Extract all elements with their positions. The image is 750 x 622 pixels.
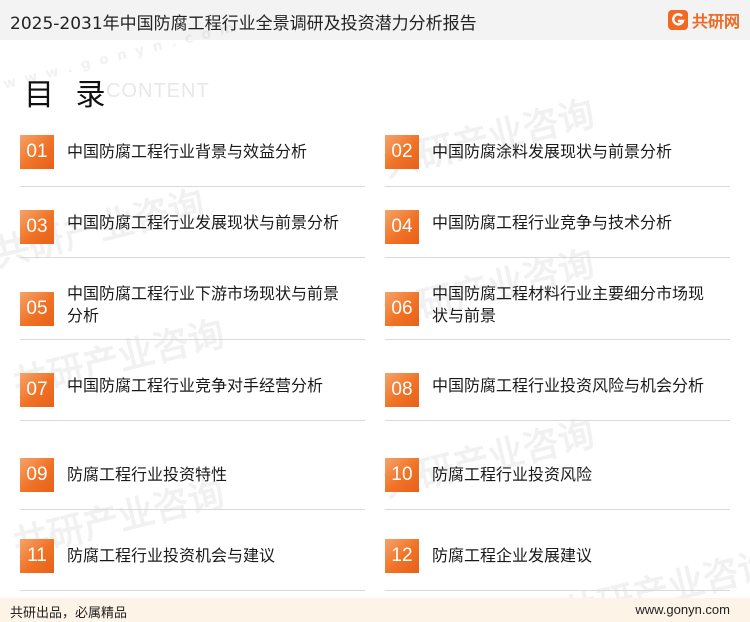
toc-item-number: 10 (385, 458, 419, 492)
toc-item-number: 04 (385, 210, 419, 244)
footer-website[interactable]: www.gonyn.com (635, 602, 730, 617)
toc-item[interactable]: 12 防腐工程企业发展建议 (385, 531, 730, 591)
toc-item[interactable]: 04 中国防腐工程行业竞争与技术分析 (385, 198, 730, 258)
toc-item-number: 11 (20, 539, 54, 573)
toc-item-text: 中国防腐涂料发展现状与前景分析 (432, 142, 673, 161)
toc-item-number: 09 (20, 458, 54, 492)
toc-item-text: 中国防腐工程材料行业主要细分市场现状与前景 (432, 284, 705, 325)
toc-item[interactable]: 08 中国防腐工程行业投资风险与机会分析 (385, 361, 730, 421)
toc-item[interactable]: 11 防腐工程行业投资机会与建议 (20, 531, 365, 591)
toc-item-number: 12 (385, 539, 419, 573)
header-bar: 2025-2031年中国防腐工程行业全景调研及投资潜力分析报告 共研网 (0, 0, 750, 40)
toc-item-number: 02 (385, 135, 419, 169)
toc-item[interactable]: 03 中国防腐工程行业发展现状与前景分析 (20, 198, 365, 258)
toc-item-number: 05 (20, 292, 54, 326)
toc-item-text: 防腐工程企业发展建议 (432, 546, 593, 565)
toc-item-text: 中国防腐工程行业竞争对手经营分析 (67, 376, 324, 395)
brand-logo-text: 共研网 (691, 12, 740, 31)
brand-logo: 共研网 (667, 7, 740, 33)
toc-heading: 目 录 (24, 78, 112, 113)
footer-bar: 共研出品，必属精品 www.gonyn.com (0, 598, 750, 622)
toc-item-number: 01 (20, 135, 54, 169)
gonyn-logo-icon (667, 10, 688, 30)
toc-item-number: 08 (385, 373, 419, 407)
toc-item[interactable]: 10 防腐工程行业投资风险 (385, 450, 730, 510)
toc-item[interactable]: 06 中国防腐工程材料行业主要细分市场现状与前景 (385, 280, 730, 340)
toc-item-number: 07 (20, 373, 54, 407)
toc-item-text: 防腐工程行业投资特性 (67, 465, 228, 484)
toc-item-text: 中国防腐工程行业投资风险与机会分析 (432, 376, 705, 395)
toc-item-text: 防腐工程行业投资机会与建议 (67, 546, 276, 565)
toc-item[interactable]: 01 中国防腐工程行业背景与效益分析 (20, 127, 365, 187)
report-title: 2025-2031年中国防腐工程行业全景调研及投资潜力分析报告 (10, 14, 477, 34)
toc-item-text: 中国防腐工程行业竞争与技术分析 (432, 213, 673, 232)
footer-slogan: 共研出品，必属精品 (10, 606, 128, 621)
toc-item-text: 中国防腐工程行业背景与效益分析 (67, 142, 308, 161)
toc-item[interactable]: 07 中国防腐工程行业竞争对手经营分析 (20, 361, 365, 421)
toc-item-text: 中国防腐工程行业发展现状与前景分析 (67, 213, 340, 232)
toc-item-text: 中国防腐工程行业下游市场现状与前景分析 (67, 284, 340, 325)
toc-item-text: 防腐工程行业投资风险 (432, 465, 593, 484)
toc-item-number: 06 (385, 292, 419, 326)
toc-item[interactable]: 05 中国防腐工程行业下游市场现状与前景分析 (20, 280, 365, 340)
toc-item-number: 03 (20, 210, 54, 244)
toc-subheading: CONTENT (106, 80, 210, 102)
toc-item[interactable]: 09 防腐工程行业投资特性 (20, 450, 365, 510)
toc-item[interactable]: 02 中国防腐涂料发展现状与前景分析 (385, 127, 730, 187)
